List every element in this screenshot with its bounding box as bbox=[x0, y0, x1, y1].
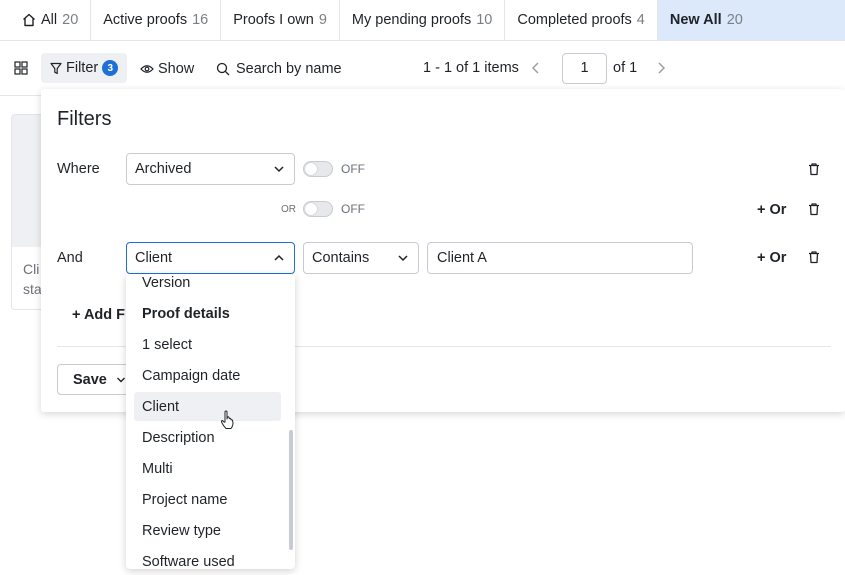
eye-icon bbox=[140, 65, 154, 73]
add-or-button[interactable]: + Or bbox=[757, 250, 786, 266]
trash-icon[interactable] bbox=[807, 162, 821, 176]
where-label: Where bbox=[57, 161, 100, 177]
tab-count: 20 bbox=[62, 12, 79, 28]
or-connector-label: OR bbox=[281, 204, 296, 215]
tab-label: All bbox=[41, 12, 58, 28]
search-icon bbox=[216, 62, 230, 76]
dropdown-option-version[interactable]: Version bbox=[134, 274, 281, 297]
operator-select[interactable]: Contains bbox=[303, 242, 419, 274]
filter-button[interactable]: Filter 3 bbox=[41, 53, 127, 83]
tab-count: 9 bbox=[318, 12, 327, 28]
tab-all[interactable]: All 20 bbox=[0, 0, 92, 40]
tab-new-all[interactable]: New All 20 bbox=[657, 0, 845, 40]
dropdown-option-1-select[interactable]: 1 select bbox=[134, 330, 281, 359]
tab-label: Active proofs bbox=[103, 12, 188, 28]
dropdown-group-header: Proof details bbox=[142, 305, 230, 322]
archived-toggle[interactable] bbox=[303, 161, 333, 177]
filter-value-input[interactable]: Client A bbox=[427, 242, 693, 274]
tab-my-pending-proofs[interactable]: My pending proofs 10 bbox=[340, 0, 506, 40]
tab-proofs-i-own[interactable]: Proofs I own 9 bbox=[221, 0, 340, 40]
chevron-left-icon[interactable] bbox=[528, 59, 544, 77]
save-button[interactable]: Save bbox=[57, 364, 131, 395]
toggle-knob bbox=[305, 203, 317, 215]
trash-icon[interactable] bbox=[807, 202, 821, 216]
panel-title: Filters bbox=[57, 108, 112, 130]
or-toggle[interactable] bbox=[303, 201, 333, 217]
toggle-knob bbox=[305, 163, 317, 175]
tab-label: Proofs I own bbox=[233, 12, 314, 28]
chevron-down-icon bbox=[274, 166, 284, 173]
tab-label: Completed proofs bbox=[517, 12, 632, 28]
toggle-state-label: OFF bbox=[341, 162, 365, 176]
dropdown-option-client[interactable]: Client bbox=[134, 392, 281, 421]
tab-count: 20 bbox=[726, 12, 743, 28]
tab-completed-proofs[interactable]: Completed proofs 4 bbox=[505, 0, 658, 40]
home-icon bbox=[23, 13, 35, 27]
save-label: Save bbox=[73, 371, 107, 388]
tab-count: 16 bbox=[192, 12, 209, 28]
search-label: Search by name bbox=[236, 61, 342, 77]
show-label: Show bbox=[158, 61, 195, 77]
tab-label: My pending proofs bbox=[351, 12, 472, 28]
add-filter-button[interactable]: + Add Fi bbox=[72, 307, 129, 323]
tab-label: New All bbox=[669, 12, 722, 28]
dropdown-option-review-type[interactable]: Review type bbox=[134, 516, 281, 545]
toolbar: Filter 3 Show Search by name 1 - 1 of 1 … bbox=[0, 41, 845, 96]
page-number-input[interactable]: 1 bbox=[562, 53, 607, 84]
operator-select-value: Contains bbox=[312, 250, 370, 266]
field-select-client[interactable]: Client bbox=[126, 242, 295, 274]
toggle-state-label: OFF bbox=[341, 202, 365, 216]
search-button[interactable]: Search by name bbox=[216, 58, 342, 80]
field-select-value: Archived bbox=[135, 161, 192, 177]
page-total: of 1 bbox=[613, 60, 638, 76]
field-select-archived[interactable]: Archived bbox=[126, 153, 295, 185]
chevron-down-icon bbox=[117, 377, 125, 383]
show-button[interactable]: Show bbox=[140, 58, 194, 80]
tab-count: 4 bbox=[636, 12, 645, 28]
tab-active-proofs[interactable]: Active proofs 16 bbox=[91, 0, 222, 40]
chevron-down-icon bbox=[398, 255, 408, 262]
hand-cursor-icon bbox=[221, 410, 234, 429]
field-select-value: Client bbox=[135, 250, 173, 266]
funnel-icon bbox=[50, 62, 62, 74]
grid-view-icon[interactable] bbox=[14, 61, 28, 75]
chevron-up-icon bbox=[274, 254, 284, 261]
dropdown-option-campaign-date[interactable]: Campaign date bbox=[134, 361, 281, 390]
dropdown-scrollbar[interactable] bbox=[289, 430, 293, 550]
tab-count: 10 bbox=[476, 12, 493, 28]
chevron-right-icon[interactable] bbox=[653, 59, 669, 77]
add-or-button[interactable]: + Or bbox=[757, 202, 786, 218]
filter-label: Filter bbox=[66, 60, 99, 76]
filter-count-badge: 3 bbox=[102, 60, 119, 76]
view-tabs: All 20 Active proofs 16 Proofs I own 9 My p… bbox=[0, 0, 845, 41]
dropdown-option-multi[interactable]: Multi bbox=[134, 454, 281, 483]
field-dropdown-menu: Version Proof details 1 select Campaign … bbox=[126, 274, 295, 569]
trash-icon[interactable] bbox=[807, 250, 821, 264]
and-label: And bbox=[57, 250, 83, 266]
dropdown-option-software-used[interactable]: Software used bbox=[134, 547, 281, 570]
dropdown-option-project-name[interactable]: Project name bbox=[134, 485, 281, 514]
dropdown-option-description[interactable]: Description bbox=[134, 423, 281, 452]
pager-summary: 1 - 1 of 1 items bbox=[423, 60, 519, 76]
